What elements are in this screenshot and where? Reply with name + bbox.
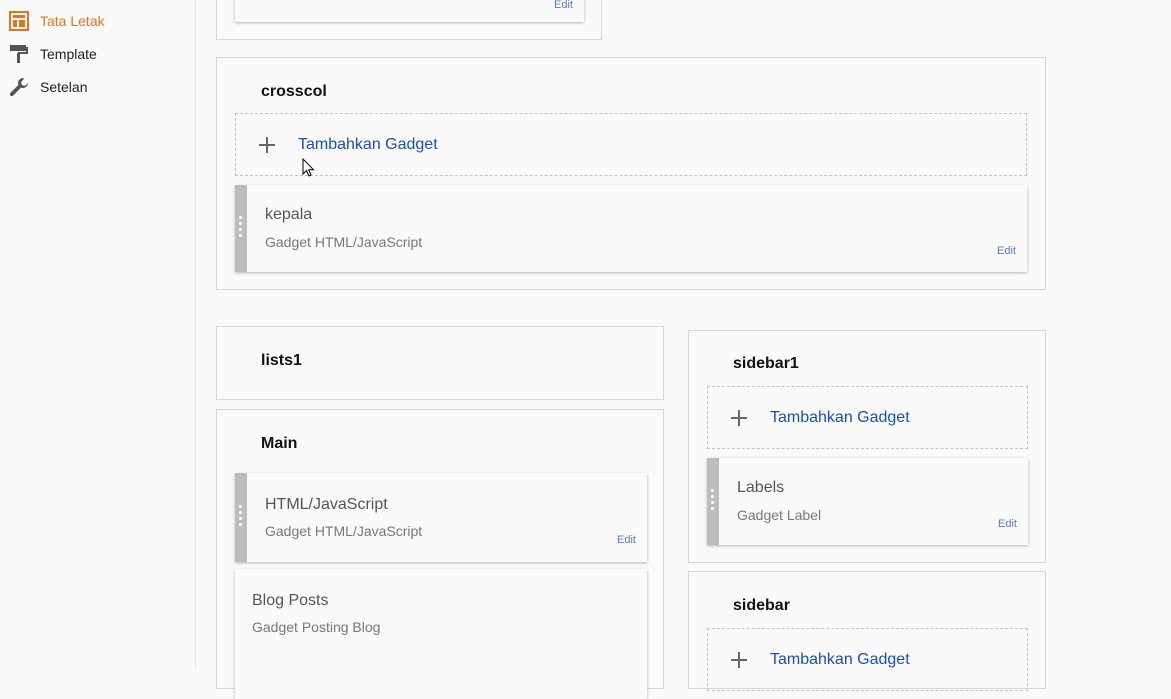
nav-item-label: Tata Letak [40,13,105,29]
gadget-name: Blog Posts [252,592,329,609]
sidebar1-section: sidebar1 Tambahkan Gadget Labels Gadget … [688,330,1046,563]
drag-handle[interactable] [707,458,719,545]
left-nav: Tata Letak Template Setelan [0,0,196,669]
section-title: crosscol [261,83,327,100]
nav-item-setelan[interactable]: Setelan [8,75,87,99]
edit-link[interactable]: Edit [998,518,1017,530]
top-section: Edit [216,0,602,40]
gadget-card[interactable]: kepala Gadget HTML/JavaScript Edit [235,185,1027,272]
section-title: sidebar [733,597,790,614]
gadget-name: HTML/JavaScript [265,496,388,513]
sidebar-section: sidebar Tambahkan Gadget [688,571,1046,691]
lists1-section: lists1 [216,326,664,400]
add-gadget-label: Tambahkan Gadget [298,135,438,153]
gadget-type: Gadget Label [737,507,822,523]
add-gadget-label: Tambahkan Gadget [770,650,910,668]
add-gadget-button[interactable]: Tambahkan Gadget [235,113,1027,176]
add-gadget-label: Tambahkan Gadget [770,408,910,426]
paint-roller-icon [8,43,30,65]
plus-icon [257,135,277,155]
section-title: lists1 [261,352,302,369]
drag-handle[interactable] [235,185,247,272]
gadget-card[interactable]: Blog Posts Gadget Posting Blog [235,569,647,699]
nav-item-label: Template [40,46,97,62]
gadget-type: Gadget Posting Blog [252,619,381,635]
gadget-card[interactable]: HTML/JavaScript Gadget HTML/JavaScript E… [235,473,647,562]
gadget-card[interactable]: Labels Gadget Label Edit [707,458,1028,545]
gadget-type: Gadget HTML/JavaScript [265,523,423,539]
nav-item-template[interactable]: Template [8,42,97,66]
gadget-type: Gadget HTML/JavaScript [265,234,423,250]
add-gadget-button[interactable]: Tambahkan Gadget [707,628,1028,691]
nav-item-tata-letak[interactable]: Tata Letak [8,9,105,33]
nav-item-label: Setelan [40,79,88,95]
wrench-icon [8,76,30,98]
section-title: Main [261,435,298,452]
crosscol-section: crosscol Tambahkan Gadget kepala Gadget … [216,57,1046,290]
edit-link[interactable]: Edit [554,0,573,11]
gadget-name: Labels [737,479,785,496]
drag-handle[interactable] [235,473,247,562]
section-title: sidebar1 [733,355,799,372]
gadget-name: kepala [265,206,313,223]
layout-icon [8,10,30,32]
main-section: Main HTML/JavaScript Gadget HTML/JavaScr… [216,409,664,699]
add-gadget-button[interactable]: Tambahkan Gadget [707,386,1028,449]
plus-icon [729,650,749,670]
plus-icon [729,408,749,428]
gadget-card[interactable]: Edit [235,0,584,22]
edit-link[interactable]: Edit [997,245,1016,257]
edit-link[interactable]: Edit [617,534,636,546]
